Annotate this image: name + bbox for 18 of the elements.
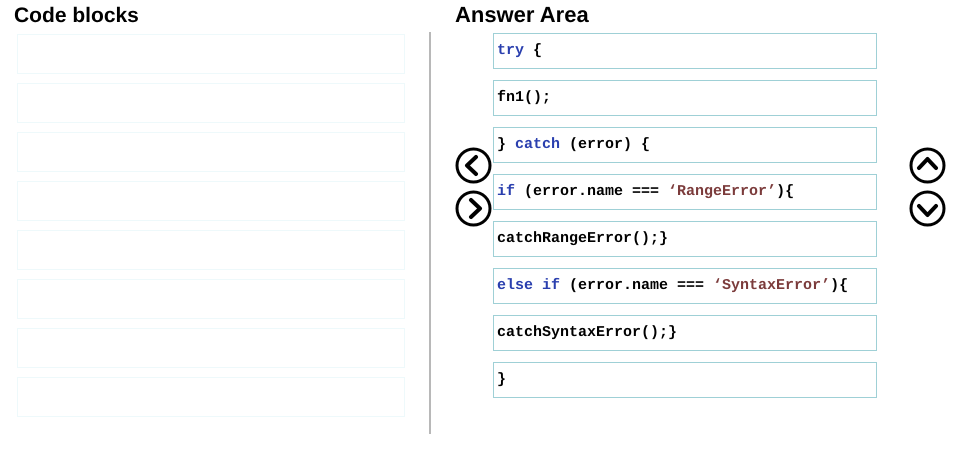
chevron-up-icon: [909, 147, 946, 184]
chevron-right-icon: [455, 190, 492, 227]
code-block[interactable]: catchSyntaxError();}: [493, 315, 877, 351]
code-block[interactable]: } catch (error) {: [493, 127, 877, 163]
chevron-left-icon: [455, 147, 492, 184]
move-right-button[interactable]: [455, 190, 492, 227]
code-block[interactable]: else if (error.name === ‘SyntaxError’){: [493, 268, 877, 304]
move-down-button[interactable]: [909, 190, 946, 227]
panel-title: Code blocks: [14, 3, 140, 29]
code-block[interactable]: try {: [493, 33, 877, 69]
move-left-button[interactable]: [455, 147, 492, 184]
code-block[interactable]: fn1();: [493, 80, 877, 116]
code-block[interactable]: if (error.name === ‘RangeError’){: [493, 174, 877, 210]
code-block[interactable]: }: [493, 362, 877, 398]
panel-title: Answer Area: [455, 1, 590, 29]
code-block[interactable]: catchRangeError();}: [493, 221, 877, 257]
move-up-button[interactable]: [909, 147, 946, 184]
chevron-down-icon: [909, 190, 946, 227]
